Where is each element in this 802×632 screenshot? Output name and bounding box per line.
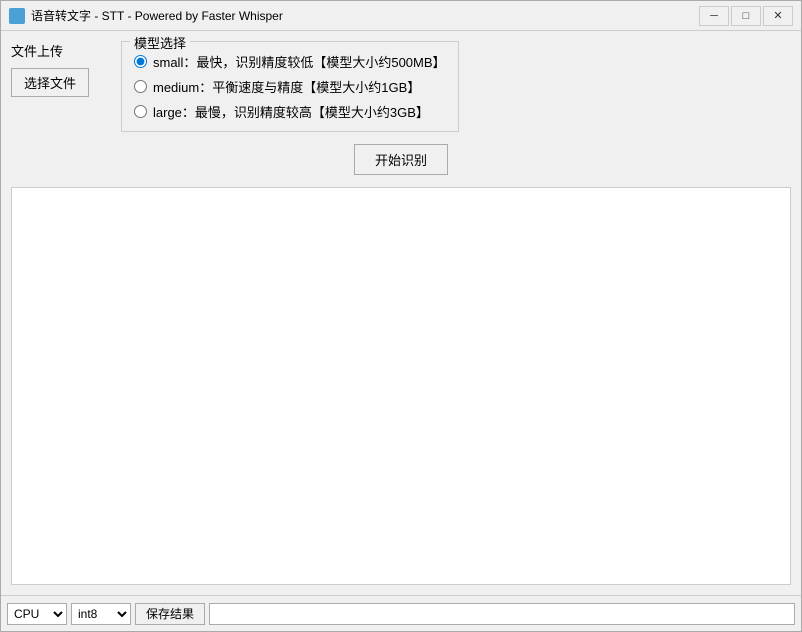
radio-item-large[interactable]: large：最慢，识别精度较高【模型大小约3GB】 [134,102,446,121]
app-icon [9,8,25,24]
int-select[interactable]: int8 float16 float32 [71,603,131,625]
action-section: 开始识别 [11,144,791,175]
window-title: 语音转文字 - STT - Powered by Faster Whisper [31,7,699,24]
top-section: 文件上传 选择文件 模型选择 small：最快，识别精度较低【模型大小约500M… [11,41,791,132]
model-selection-section: 模型选择 small：最快，识别精度较低【模型大小约500MB】 medium：… [121,41,459,132]
save-button[interactable]: 保存结果 [135,603,205,625]
bottom-bar: CPU GPU int8 float16 float32 保存结果 [1,595,801,631]
select-file-button[interactable]: 选择文件 [11,68,89,97]
title-bar-controls: ─ □ ✕ [699,6,793,26]
main-window: 语音转文字 - STT - Powered by Faster Whisper … [0,0,802,632]
radio-small[interactable] [134,55,147,68]
output-area [11,187,791,585]
status-bar [209,603,795,625]
window-content: 文件上传 选择文件 模型选择 small：最快，识别精度较低【模型大小约500M… [1,31,801,595]
radio-small-label: small：最快，识别精度较低【模型大小约500MB】 [153,52,446,71]
close-button[interactable]: ✕ [763,6,793,26]
radio-item-small[interactable]: small：最快，识别精度较低【模型大小约500MB】 [134,52,446,71]
radio-medium[interactable] [134,80,147,93]
minimize-button[interactable]: ─ [699,6,729,26]
title-bar: 语音转文字 - STT - Powered by Faster Whisper … [1,1,801,31]
maximize-button[interactable]: □ [731,6,761,26]
radio-item-medium[interactable]: medium：平衡速度与精度【模型大小约1GB】 [134,77,446,96]
start-button[interactable]: 开始识别 [354,144,448,175]
radio-group: small：最快，识别精度较低【模型大小约500MB】 medium：平衡速度与… [134,50,446,121]
file-upload-label: 文件上传 [11,41,63,60]
model-selection-label: 模型选择 [130,33,190,52]
file-upload-section: 文件上传 选择文件 [11,41,101,97]
radio-large[interactable] [134,105,147,118]
radio-large-label: large：最慢，识别精度较高【模型大小约3GB】 [153,102,429,121]
radio-medium-label: medium：平衡速度与精度【模型大小约1GB】 [153,77,420,96]
cpu-select[interactable]: CPU GPU [7,603,67,625]
